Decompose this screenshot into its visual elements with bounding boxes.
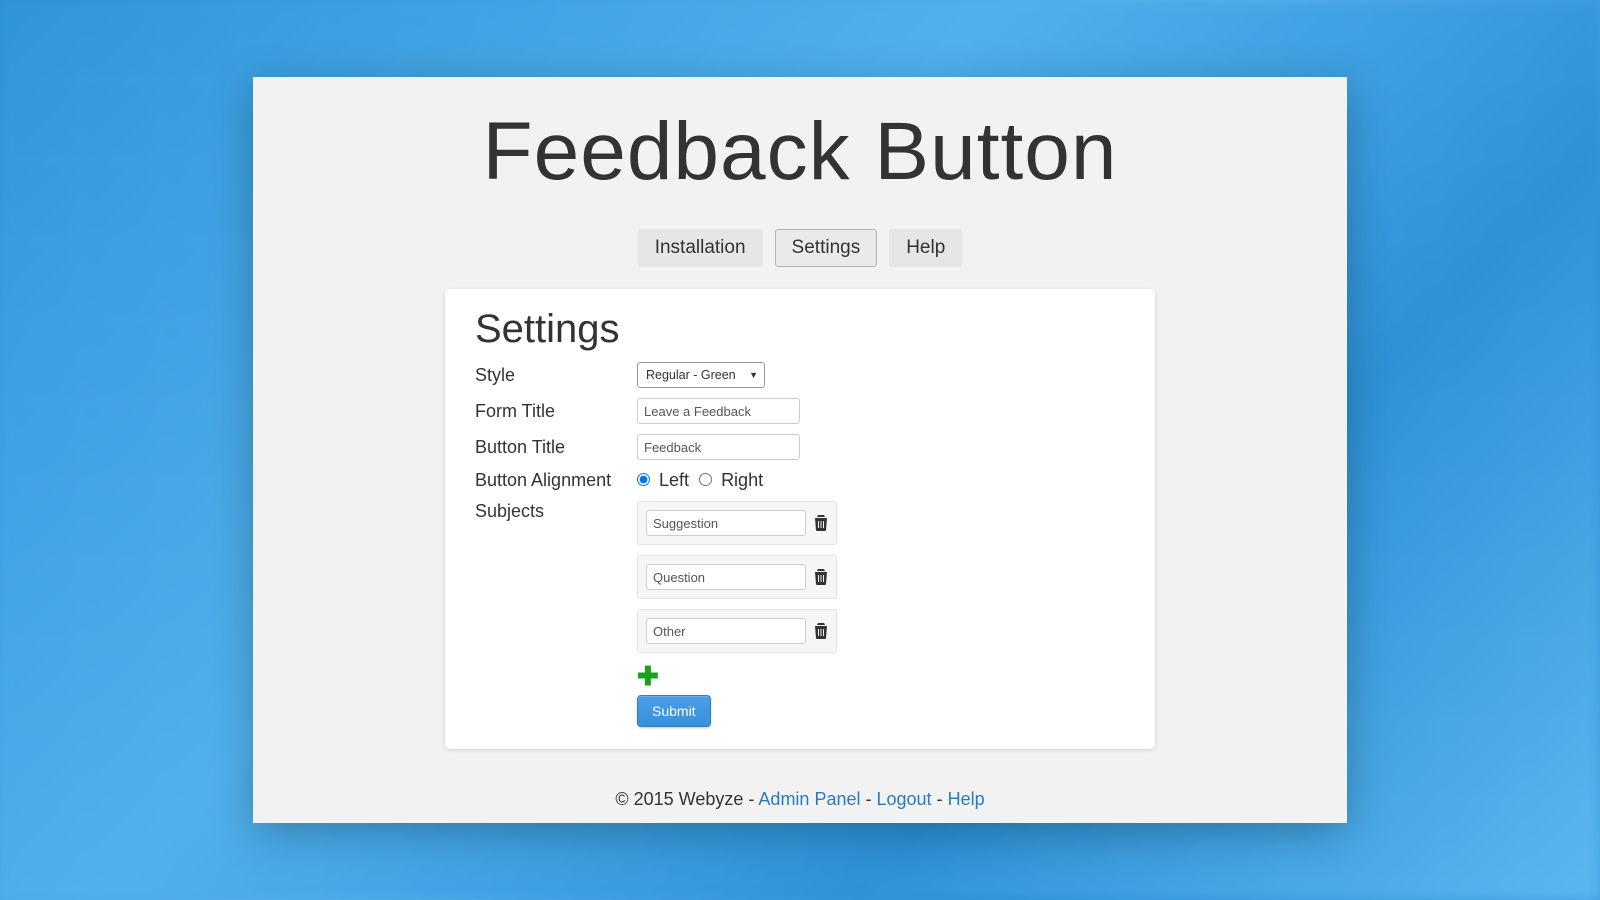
button-title-input[interactable] [637, 434, 800, 460]
label-style: Style [475, 365, 637, 386]
label-form-title: Form Title [475, 401, 637, 422]
footer-sep: - [748, 789, 758, 809]
alignment-radios: Left Right [637, 470, 763, 491]
add-subject-button[interactable]: ✚ [637, 663, 837, 689]
tab-settings[interactable]: Settings [775, 229, 878, 267]
row-form-title: Form Title [475, 398, 1125, 424]
trash-icon[interactable] [814, 568, 828, 586]
footer-copyright: © 2015 Webyze [615, 789, 743, 809]
footer-link-help[interactable]: Help [948, 789, 985, 809]
plus-icon: ✚ [637, 661, 659, 691]
label-alignment: Button Alignment [475, 470, 637, 491]
alignment-right-option[interactable]: Right [699, 470, 763, 491]
settings-card: Settings Style Regular - Green Form Titl… [445, 289, 1155, 749]
submit-button[interactable]: Submit [637, 695, 711, 727]
alignment-right-radio[interactable] [699, 473, 712, 486]
alignment-left-radio[interactable] [637, 473, 650, 486]
tab-bar: Installation Settings Help [253, 229, 1347, 267]
tab-installation[interactable]: Installation [638, 229, 763, 267]
trash-icon[interactable] [814, 514, 828, 532]
form-title-input[interactable] [637, 398, 800, 424]
style-select-value: Regular - Green [646, 368, 736, 382]
subject-input-0[interactable] [646, 510, 806, 536]
main-panel: Feedback Button Installation Settings He… [253, 77, 1347, 823]
subject-input-2[interactable] [646, 618, 806, 644]
footer-link-logout[interactable]: Logout [877, 789, 932, 809]
subject-input-1[interactable] [646, 564, 806, 590]
row-subjects: Subjects [475, 501, 1125, 727]
section-title: Settings [475, 307, 1125, 352]
label-button-title: Button Title [475, 437, 637, 458]
footer: © 2015 Webyze - Admin Panel - Logout - H… [253, 789, 1347, 810]
row-alignment: Button Alignment Left Right [475, 470, 1125, 491]
row-button-title: Button Title [475, 434, 1125, 460]
alignment-left-option[interactable]: Left [637, 470, 689, 491]
subjects-column: ✚ Submit [637, 501, 837, 727]
trash-icon[interactable] [814, 622, 828, 640]
tab-help[interactable]: Help [889, 229, 962, 267]
footer-sep: - [866, 789, 877, 809]
page-title: Feedback Button [253, 105, 1347, 199]
subject-item [637, 501, 837, 545]
row-style: Style Regular - Green [475, 362, 1125, 388]
style-select[interactable]: Regular - Green [637, 362, 765, 388]
alignment-right-label: Right [721, 470, 763, 490]
alignment-left-label: Left [659, 470, 689, 490]
label-subjects: Subjects [475, 501, 637, 522]
subject-item [637, 555, 837, 599]
footer-link-admin[interactable]: Admin Panel [758, 789, 860, 809]
subject-item [637, 609, 837, 653]
footer-sep: - [937, 789, 948, 809]
